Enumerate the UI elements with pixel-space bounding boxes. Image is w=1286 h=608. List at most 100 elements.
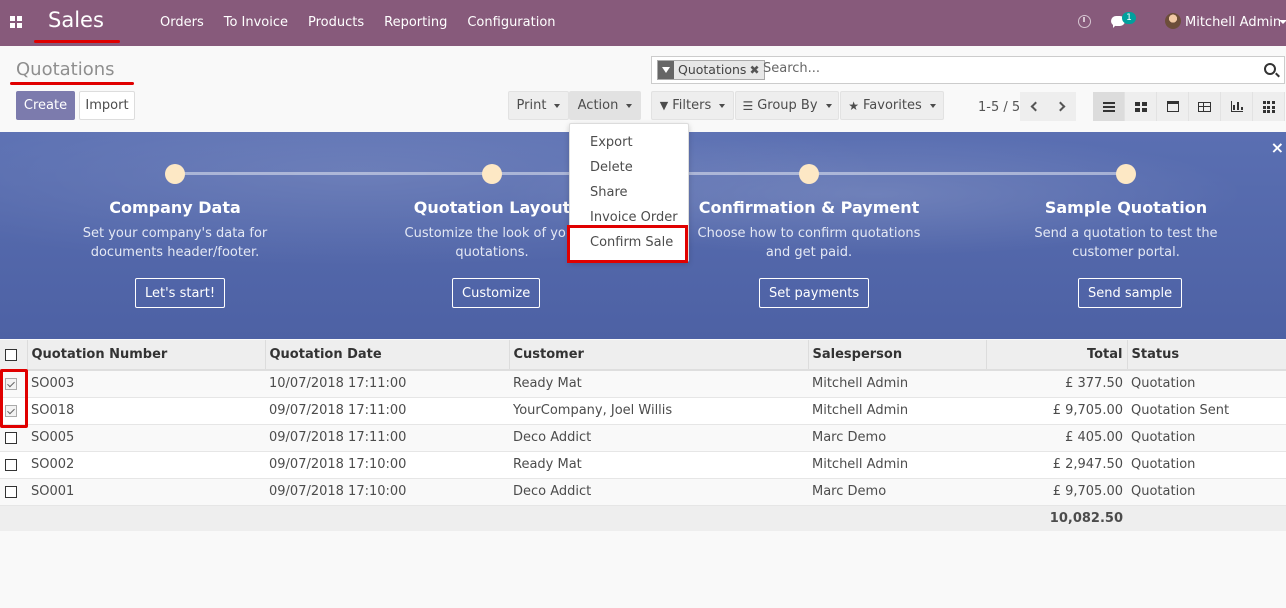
cell-total: £ 2,947.50 bbox=[986, 451, 1127, 479]
activity-clock-icon[interactable] bbox=[1078, 15, 1091, 28]
close-banner-icon[interactable]: × bbox=[1271, 138, 1284, 157]
cell-total: £ 9,705.00 bbox=[986, 478, 1127, 506]
column-header[interactable]: Customer bbox=[509, 340, 809, 371]
step-dot bbox=[799, 164, 819, 184]
table-row[interactable]: SO005 09/07/2018 17:11:00 Deco Addict Ma… bbox=[0, 424, 1286, 452]
customize-button[interactable]: Customize bbox=[452, 278, 541, 308]
column-header[interactable]: Quotation Date bbox=[265, 340, 510, 371]
column-header[interactable]: Quotation Number bbox=[27, 340, 266, 371]
caret-down-icon bbox=[929, 103, 936, 108]
user-caret-icon[interactable] bbox=[1279, 20, 1286, 24]
column-header[interactable]: Status bbox=[1127, 340, 1286, 371]
calendar-icon bbox=[1166, 101, 1179, 112]
create-button[interactable]: Create bbox=[16, 91, 75, 120]
breadcrumb: Quotations bbox=[16, 59, 115, 80]
table-icon bbox=[1198, 101, 1211, 112]
filters-label: Filters bbox=[672, 98, 712, 113]
main-menu: Orders To Invoice Products Reporting Con… bbox=[160, 15, 556, 30]
cell-status: Quotation bbox=[1127, 370, 1286, 398]
pager-previous-button[interactable] bbox=[1020, 92, 1048, 121]
top-navbar: Sales Orders To Invoice Products Reporti… bbox=[0, 0, 1286, 46]
menu-reporting[interactable]: Reporting bbox=[384, 15, 447, 30]
facet-value: Quotations ✖ bbox=[674, 61, 764, 79]
confirm-sale-highlight-box bbox=[567, 225, 688, 263]
group-by-button[interactable]: ☰ Group By bbox=[735, 91, 839, 120]
apps-menu-icon[interactable] bbox=[10, 16, 22, 28]
cell-number: SO002 bbox=[27, 451, 265, 479]
table-row[interactable]: SO018 09/07/2018 17:11:00 YourCompany, J… bbox=[0, 397, 1286, 425]
facet-remove-icon[interactable]: ✖ bbox=[746, 63, 759, 77]
import-button[interactable]: Import bbox=[79, 91, 135, 120]
pivot-view-button[interactable] bbox=[1189, 92, 1221, 121]
step-title: Company Data bbox=[109, 198, 241, 217]
print-button[interactable]: Print bbox=[508, 91, 569, 120]
table-header-row: Quotation Number Quotation Date Customer… bbox=[0, 340, 1286, 371]
select-all-cell bbox=[0, 340, 28, 371]
search-bar: Quotations ✖ bbox=[651, 56, 1285, 84]
table-row[interactable]: SO003 10/07/2018 17:11:00 Ready Mat Mitc… bbox=[0, 370, 1286, 398]
menu-products[interactable]: Products bbox=[308, 15, 364, 30]
user-menu[interactable]: Mitchell Admin bbox=[1185, 15, 1281, 30]
user-avatar[interactable] bbox=[1165, 13, 1181, 29]
calendar-view-button[interactable] bbox=[1157, 92, 1189, 121]
checkbox-highlight-box bbox=[0, 369, 28, 428]
filter-icon: ▼ bbox=[659, 99, 669, 112]
lets-start-button[interactable]: Let's start! bbox=[135, 278, 226, 308]
step-dot bbox=[165, 164, 185, 184]
star-icon: ★ bbox=[848, 98, 860, 113]
cell-salesperson: Marc Demo bbox=[808, 478, 986, 506]
cell-total: £ 9,705.00 bbox=[986, 397, 1127, 425]
menu-orders[interactable]: Orders bbox=[160, 15, 204, 30]
step-description: Send a quotation to test the customer por… bbox=[1034, 226, 1218, 260]
row-checkbox[interactable] bbox=[5, 431, 17, 444]
search-input[interactable] bbox=[763, 61, 1243, 76]
cell-total: £ 377.50 bbox=[986, 370, 1127, 398]
action-button[interactable]: Action bbox=[569, 91, 641, 120]
kanban-view-button[interactable] bbox=[1125, 92, 1157, 121]
cell-date: 10/07/2018 17:11:00 bbox=[265, 370, 509, 398]
list-icon bbox=[1102, 101, 1115, 112]
send-sample-button[interactable]: Send sample bbox=[1078, 278, 1183, 308]
action-export[interactable]: Export bbox=[570, 130, 688, 155]
cell-customer: Deco Addict bbox=[509, 424, 808, 452]
app-brand[interactable]: Sales bbox=[48, 8, 104, 32]
row-checkbox[interactable] bbox=[5, 458, 17, 471]
activity-view-button[interactable] bbox=[1253, 92, 1285, 121]
step-dot bbox=[482, 164, 502, 184]
list-view-button[interactable] bbox=[1093, 92, 1125, 121]
set-payments-button[interactable]: Set payments bbox=[759, 278, 870, 308]
table-row[interactable]: SO002 09/07/2018 17:10:00 Ready Mat Mitc… bbox=[0, 451, 1286, 479]
row-checkbox[interactable] bbox=[5, 485, 17, 498]
column-header[interactable]: Salesperson bbox=[808, 340, 987, 371]
step-dot bbox=[1116, 164, 1136, 184]
cell-customer: YourCompany, Joel Willis bbox=[509, 397, 808, 425]
filters-button[interactable]: ▼ Filters bbox=[651, 91, 734, 120]
cell-date: 09/07/2018 17:10:00 bbox=[265, 451, 509, 479]
caret-down-icon bbox=[554, 103, 561, 108]
pager-next-button[interactable] bbox=[1048, 92, 1076, 121]
row-select-cell bbox=[0, 424, 27, 452]
control-panel: Quotations Create Import Print Action Qu… bbox=[0, 46, 1286, 132]
cell-number: SO018 bbox=[27, 397, 265, 425]
chat-badge: 1 bbox=[1122, 12, 1136, 24]
step-title: Sample Quotation bbox=[1044, 198, 1208, 217]
search-facet: Quotations ✖ bbox=[657, 60, 765, 80]
select-all-checkbox[interactable] bbox=[5, 348, 17, 361]
action-share[interactable]: Share bbox=[570, 180, 688, 205]
column-header[interactable]: Total bbox=[986, 340, 1128, 371]
action-delete[interactable]: Delete bbox=[570, 155, 688, 180]
menu-to-invoice[interactable]: To Invoice bbox=[224, 15, 288, 30]
pager-value[interactable]: 1-5 / 5 bbox=[978, 100, 1020, 115]
cell-total: £ 405.00 bbox=[986, 424, 1127, 452]
table-row[interactable]: SO001 09/07/2018 17:10:00 Deco Addict Ma… bbox=[0, 478, 1286, 506]
chevron-left-icon bbox=[1030, 101, 1041, 112]
sum-total: 10,082.50 bbox=[986, 505, 1127, 531]
cell-number: SO003 bbox=[27, 370, 265, 398]
step-description: Choose how to confirm quotations and get … bbox=[697, 226, 921, 260]
search-icon[interactable] bbox=[1264, 63, 1276, 75]
favorites-button[interactable]: ★ Favorites bbox=[840, 91, 944, 120]
menu-configuration[interactable]: Configuration bbox=[467, 15, 555, 30]
filter-funnel-icon bbox=[658, 61, 674, 79]
cell-status: Quotation Sent bbox=[1127, 397, 1286, 425]
graph-view-button[interactable] bbox=[1221, 92, 1253, 121]
